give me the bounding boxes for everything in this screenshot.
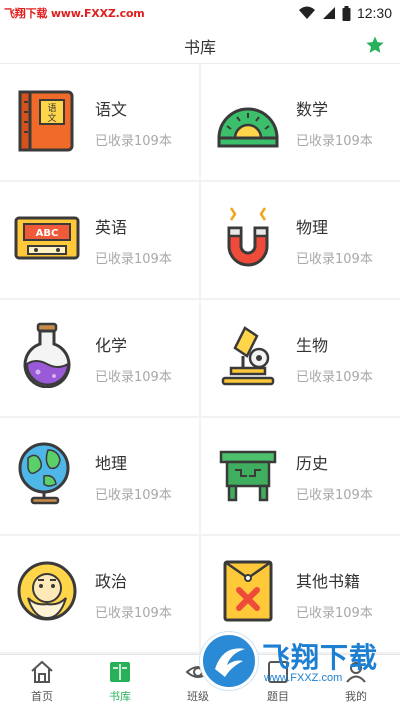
- subject-title: 物理: [296, 218, 329, 237]
- subject-card-politics[interactable]: 政治 已收录109本: [0, 536, 199, 652]
- envelope-icon: [223, 560, 273, 622]
- app-header: 书库: [0, 28, 400, 64]
- library-book-icon: [110, 662, 130, 682]
- brand-swoosh-icon: [215, 648, 245, 677]
- marx-portrait-icon: [17, 561, 77, 621]
- subject-title: 英语: [95, 218, 128, 237]
- chinese-book-icon: 语 文: [18, 90, 74, 152]
- subject-card-math[interactable]: 数学 已收录109本: [201, 64, 400, 180]
- brand-url: www.FXXZ.com: [264, 672, 343, 684]
- status-bar: 飞翔下载 www.FXXZ.com 12:30: [0, 0, 400, 28]
- home-icon: [31, 660, 53, 683]
- subject-card-english[interactable]: ABC 英语 已收录109本: [0, 182, 199, 298]
- subject-count: 已收录109本: [95, 370, 172, 385]
- subject-card-chemistry[interactable]: 化学 已收录109本: [0, 300, 199, 416]
- subject-count: 已收录109本: [296, 134, 373, 149]
- subject-title: 地理: [95, 454, 128, 473]
- subject-count: 已收录109本: [296, 606, 373, 621]
- svg-text:ABC: ABC: [36, 228, 59, 239]
- subject-count: 已收录109本: [95, 488, 172, 503]
- svg-text:语: 语: [47, 103, 56, 114]
- star-icon: [366, 36, 384, 53]
- battery-icon: [342, 5, 351, 21]
- abc-cassette-icon: ABC: [14, 216, 80, 260]
- flask-icon: [23, 322, 71, 388]
- microscope-icon: [221, 326, 275, 386]
- brand-name: 飞翔下载: [262, 641, 379, 674]
- magnet-icon: [227, 207, 269, 267]
- subject-card-biology[interactable]: 生物 已收录109本: [201, 300, 400, 416]
- watermark-text: 飞翔下载 www.FXXZ.com: [4, 7, 145, 20]
- subject-grid: 语 文 语文 已收录109本 数学 已收录109本 ABC 英语 已收录109本…: [0, 64, 400, 654]
- svg-text:文: 文: [47, 112, 56, 124]
- subject-card-history[interactable]: 历史 已收录109本: [201, 418, 400, 534]
- subject-count: 已收录109本: [95, 252, 172, 267]
- signal-icon: [322, 7, 335, 19]
- subject-title: 语文: [95, 100, 128, 119]
- bronze-vessel-icon: [219, 450, 277, 502]
- wifi-icon: [298, 6, 315, 19]
- nav-item-library[interactable]: 书库: [80, 655, 160, 704]
- subject-title: 生物: [296, 336, 329, 355]
- globe-icon: [18, 442, 70, 505]
- nav-item-home[interactable]: 首页: [2, 655, 82, 704]
- page-title: 书库: [183, 38, 216, 57]
- brand-logo: [200, 632, 258, 690]
- subject-title: 化学: [95, 336, 128, 355]
- subject-count: 已收录109本: [296, 370, 373, 385]
- subject-card-physics[interactable]: 物理 已收录109本: [201, 182, 400, 298]
- status-time: 12:30: [356, 5, 392, 21]
- subject-card-geography[interactable]: 地理 已收录109本: [0, 418, 199, 534]
- subject-title: 政治: [95, 572, 128, 591]
- protractor-icon: [217, 107, 279, 148]
- subject-title: 历史: [296, 454, 329, 473]
- subject-count: 已收录109本: [296, 488, 373, 503]
- subject-count: 已收录109本: [95, 606, 172, 621]
- nav-label: 书库: [109, 690, 131, 703]
- nav-label: 首页: [31, 690, 53, 703]
- favorites-button[interactable]: [362, 32, 388, 58]
- subject-title: 数学: [296, 100, 329, 119]
- subject-count: 已收录109本: [95, 134, 172, 149]
- subject-count: 已收录109本: [296, 252, 373, 267]
- subject-title: 其他书籍: [296, 572, 361, 591]
- subject-card-chinese[interactable]: 语 文 语文 已收录109本: [0, 64, 199, 180]
- brand-watermark: 飞翔下载 www.FXXZ.com: [200, 632, 396, 692]
- status-icons: 12:30: [298, 3, 392, 23]
